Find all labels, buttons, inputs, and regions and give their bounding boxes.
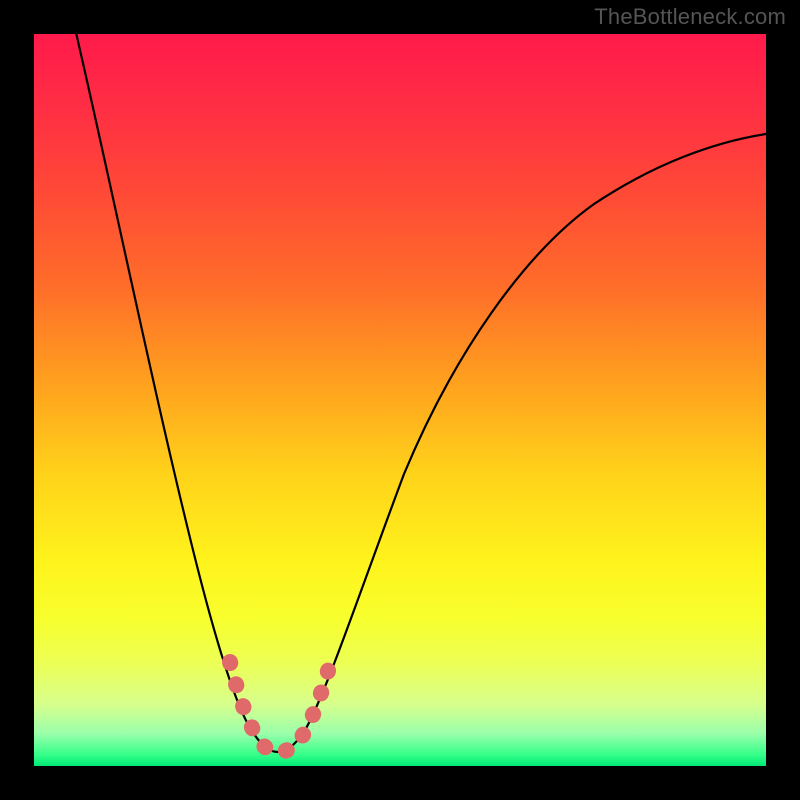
bottleneck-curve (74, 34, 766, 752)
watermark-text: TheBottleneck.com (594, 4, 786, 30)
curve-layer (34, 34, 766, 766)
chart-frame: TheBottleneck.com (0, 0, 800, 800)
plot-area (34, 34, 766, 766)
optimal-range-highlight (230, 662, 330, 752)
